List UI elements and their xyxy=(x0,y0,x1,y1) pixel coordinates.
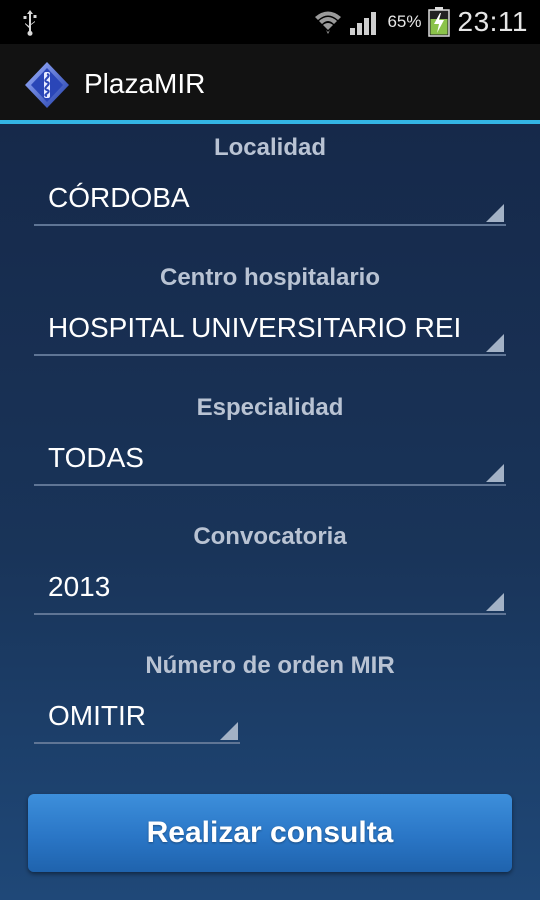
dropdown-arrow-icon xyxy=(220,722,238,740)
clock: 23:11 xyxy=(457,6,528,37)
especialidad-label: Especialidad xyxy=(196,394,344,421)
realizar-consulta-button[interactable]: Realizar consulta xyxy=(28,794,512,872)
orden-label: Número de orden MIR xyxy=(145,652,395,679)
wifi-icon xyxy=(315,11,342,34)
dropdown-arrow-icon xyxy=(486,464,504,482)
signal-icon xyxy=(350,12,377,35)
especialidad-spinner[interactable]: TODAS xyxy=(34,436,506,486)
dropdown-arrow-icon xyxy=(486,593,504,611)
convocatoria-label: Convocatoria xyxy=(193,523,347,550)
app-title: PlazaMIR xyxy=(84,68,206,99)
app-logo-icon xyxy=(25,62,69,108)
dropdown-arrow-icon xyxy=(486,204,504,222)
orden-spinner[interactable]: OMITIR xyxy=(34,694,240,744)
query-form: Localidad CÓRDOBA Centro hospitalario HO… xyxy=(0,124,540,900)
localidad-value: CÓRDOBA xyxy=(48,182,190,213)
convocatoria-spinner[interactable]: 2013 xyxy=(34,565,506,615)
centro-value: HOSPITAL UNIVERSITARIO REI xyxy=(48,312,462,343)
usb-icon xyxy=(23,10,37,36)
orden-value: OMITIR xyxy=(48,700,146,731)
localidad-label: Localidad xyxy=(213,134,327,161)
action-bar: PlazaMIR xyxy=(0,44,540,120)
battery-charging-icon xyxy=(427,7,450,37)
centro-spinner[interactable]: HOSPITAL UNIVERSITARIO REI xyxy=(34,306,506,356)
convocatoria-value: 2013 xyxy=(48,571,111,602)
especialidad-value: TODAS xyxy=(48,442,144,473)
battery-percent: 65% xyxy=(387,12,422,31)
dropdown-arrow-icon xyxy=(486,334,504,352)
status-bar: 65% 23:11 xyxy=(0,0,540,44)
localidad-spinner[interactable]: CÓRDOBA xyxy=(34,176,506,226)
centro-label: Centro hospitalario xyxy=(159,264,381,291)
